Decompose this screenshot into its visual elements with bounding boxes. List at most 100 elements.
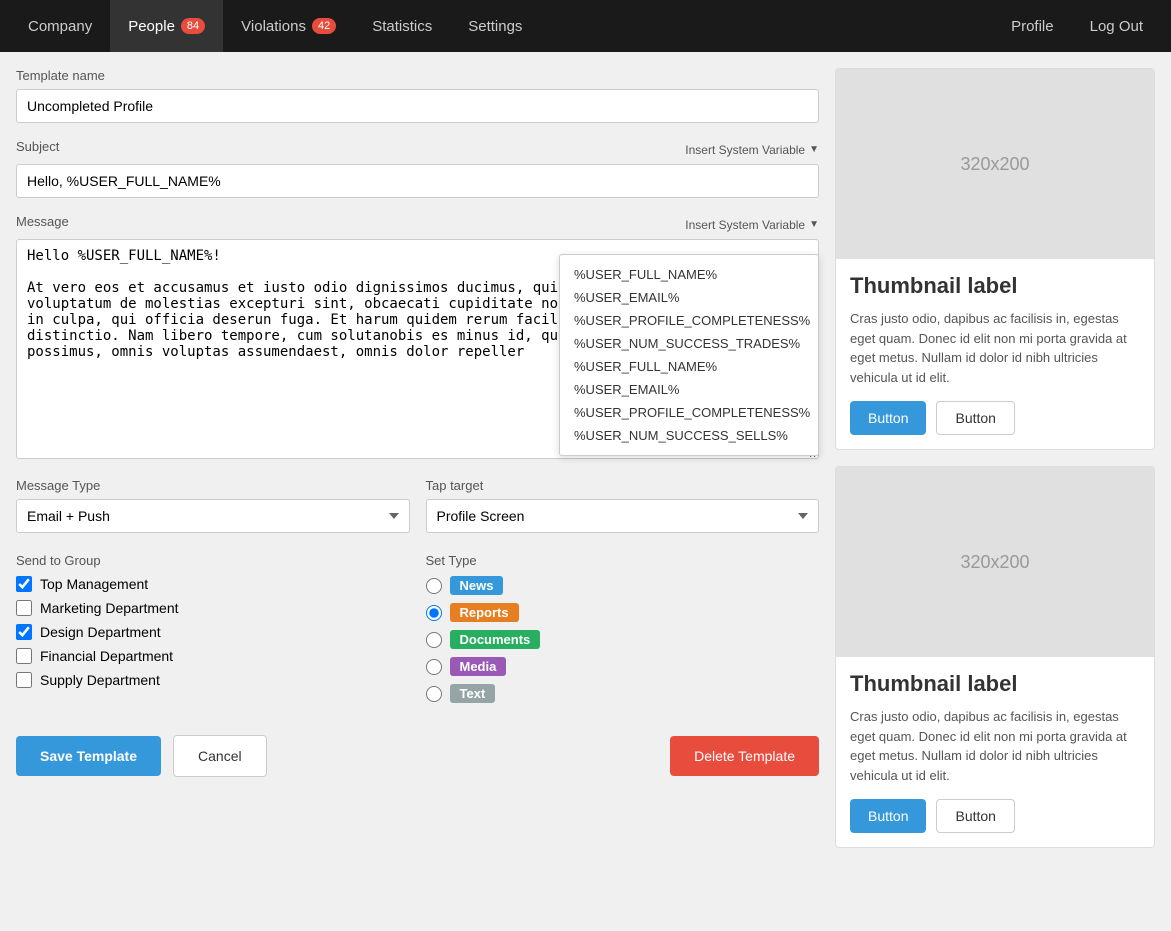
card-1-text: Cras justo odio, dapibus ac facilisis in…: [850, 309, 1140, 387]
group-top-management-label: Top Management: [40, 576, 148, 592]
card-1-secondary-btn[interactable]: Button: [936, 401, 1014, 435]
group-design-label: Design Department: [40, 624, 161, 640]
tag-media: Media: [450, 657, 507, 676]
message-type-select[interactable]: Email + Push Email Push: [16, 499, 410, 533]
radio-reports[interactable]: [426, 605, 442, 621]
card-2-image-label: 320x200: [960, 552, 1029, 573]
main-container: Template name Subject Insert System Vari…: [0, 52, 1171, 864]
checkbox-top-management[interactable]: [16, 576, 32, 592]
nav-profile-label: Profile: [1011, 18, 1054, 35]
send-to-group-label: Send to Group: [16, 553, 410, 568]
template-name-group: Template name: [16, 68, 819, 123]
group-top-management: Top Management: [16, 576, 410, 592]
message-label: Message: [16, 214, 69, 229]
card-2-buttons: Button Button: [850, 799, 1140, 833]
card-2-title: Thumbnail label: [850, 671, 1140, 697]
set-type-col: Set Type News Reports Documents Media: [426, 553, 820, 711]
nav-people-badge: 84: [181, 18, 205, 34]
dd-item-5[interactable]: %USER_EMAIL%: [560, 378, 818, 401]
buttons-row: Save Template Cancel Delete Template: [16, 735, 819, 777]
checkbox-supply[interactable]: [16, 672, 32, 688]
radio-documents[interactable]: [426, 632, 442, 648]
dd-item-4[interactable]: %USER_FULL_NAME%: [560, 355, 818, 378]
card-2-body: Thumbnail label Cras justo odio, dapibus…: [836, 657, 1154, 847]
card-2-image: 320x200: [836, 467, 1154, 657]
nav-logout-label: Log Out: [1090, 18, 1143, 35]
message-type-label: Message Type: [16, 478, 410, 493]
nav-statistics[interactable]: Statistics: [354, 0, 450, 52]
card-1-buttons: Button Button: [850, 401, 1140, 435]
navbar: Company People 84 Violations 42 Statisti…: [0, 0, 1171, 52]
right-panel: 320x200 Thumbnail label Cras justo odio,…: [835, 68, 1155, 848]
group-supply-label: Supply Department: [40, 672, 160, 688]
checkbox-marketing[interactable]: [16, 600, 32, 616]
radio-news[interactable]: [426, 578, 442, 594]
dd-item-2[interactable]: %USER_PROFILE_COMPLETENESS%: [560, 309, 818, 332]
nav-violations-label: Violations: [241, 18, 306, 35]
nav-statistics-label: Statistics: [372, 18, 432, 35]
dd-item-1[interactable]: %USER_EMAIL%: [560, 286, 818, 309]
type-target-row: Message Type Email + Push Email Push Tap…: [16, 478, 819, 533]
insert-var-subject-btn[interactable]: Insert System Variable: [685, 143, 819, 157]
left-panel: Template name Subject Insert System Vari…: [16, 68, 819, 848]
card-1-body: Thumbnail label Cras justo odio, dapibus…: [836, 259, 1154, 449]
template-name-input[interactable]: [16, 89, 819, 123]
save-template-button[interactable]: Save Template: [16, 736, 161, 776]
radio-text[interactable]: [426, 686, 442, 702]
dd-item-0[interactable]: %USER_FULL_NAME%: [560, 263, 818, 286]
group-supply: Supply Department: [16, 672, 410, 688]
bottom-row: Send to Group Top Management Marketing D…: [16, 553, 819, 711]
tap-target-select[interactable]: Profile Screen Home Screen News Screen: [426, 499, 820, 533]
card-2: 320x200 Thumbnail label Cras justo odio,…: [835, 466, 1155, 848]
radio-media[interactable]: [426, 659, 442, 675]
set-type-label: Set Type: [426, 553, 820, 568]
insert-var-message-btn[interactable]: Insert System Variable: [685, 218, 819, 232]
message-type-col: Message Type Email + Push Email Push: [16, 478, 410, 533]
card-1-image: 320x200: [836, 69, 1154, 259]
nav-people[interactable]: People 84: [110, 0, 223, 52]
type-text: Text: [426, 684, 820, 703]
nav-profile[interactable]: Profile: [993, 0, 1072, 52]
dd-item-6[interactable]: %USER_PROFILE_COMPLETENESS%: [560, 401, 818, 424]
dd-item-7[interactable]: %USER_NUM_SUCCESS_SELLS%: [560, 424, 818, 447]
subject-group: Subject Insert System Variable: [16, 139, 819, 198]
group-financial: Financial Department: [16, 648, 410, 664]
card-2-secondary-btn[interactable]: Button: [936, 799, 1014, 833]
card-1-image-label: 320x200: [960, 154, 1029, 175]
delete-template-button[interactable]: Delete Template: [670, 736, 819, 776]
type-documents: Documents: [426, 630, 820, 649]
subject-input[interactable]: [16, 164, 819, 198]
checkbox-financial[interactable]: [16, 648, 32, 664]
nav-settings-label: Settings: [468, 18, 522, 35]
card-1-primary-btn[interactable]: Button: [850, 401, 926, 435]
group-marketing-label: Marketing Department: [40, 600, 179, 616]
tap-target-col: Tap target Profile Screen Home Screen Ne…: [426, 478, 820, 533]
tag-reports: Reports: [450, 603, 519, 622]
template-name-label: Template name: [16, 68, 819, 83]
send-to-group-col: Send to Group Top Management Marketing D…: [16, 553, 410, 711]
nav-violations-badge: 42: [312, 18, 336, 34]
nav-settings[interactable]: Settings: [450, 0, 540, 52]
tag-news: News: [450, 576, 504, 595]
tap-target-label: Tap target: [426, 478, 820, 493]
type-media: Media: [426, 657, 820, 676]
card-1: 320x200 Thumbnail label Cras justo odio,…: [835, 68, 1155, 450]
group-financial-label: Financial Department: [40, 648, 173, 664]
dd-item-3[interactable]: %USER_NUM_SUCCESS_TRADES%: [560, 332, 818, 355]
cancel-button[interactable]: Cancel: [173, 735, 267, 777]
tag-text: Text: [450, 684, 496, 703]
variable-dropdown: %USER_FULL_NAME% %USER_EMAIL% %USER_PROF…: [559, 254, 819, 456]
tag-documents: Documents: [450, 630, 541, 649]
group-marketing: Marketing Department: [16, 600, 410, 616]
nav-company-label: Company: [28, 18, 92, 35]
nav-company[interactable]: Company: [10, 0, 110, 52]
nav-violations[interactable]: Violations 42: [223, 0, 354, 52]
card-1-title: Thumbnail label: [850, 273, 1140, 299]
message-group: Message Insert System Variable %USER_FUL…: [16, 214, 819, 462]
card-2-primary-btn[interactable]: Button: [850, 799, 926, 833]
group-design: Design Department: [16, 624, 410, 640]
checkbox-design[interactable]: [16, 624, 32, 640]
type-reports: Reports: [426, 603, 820, 622]
nav-logout[interactable]: Log Out: [1072, 0, 1161, 52]
type-news: News: [426, 576, 820, 595]
